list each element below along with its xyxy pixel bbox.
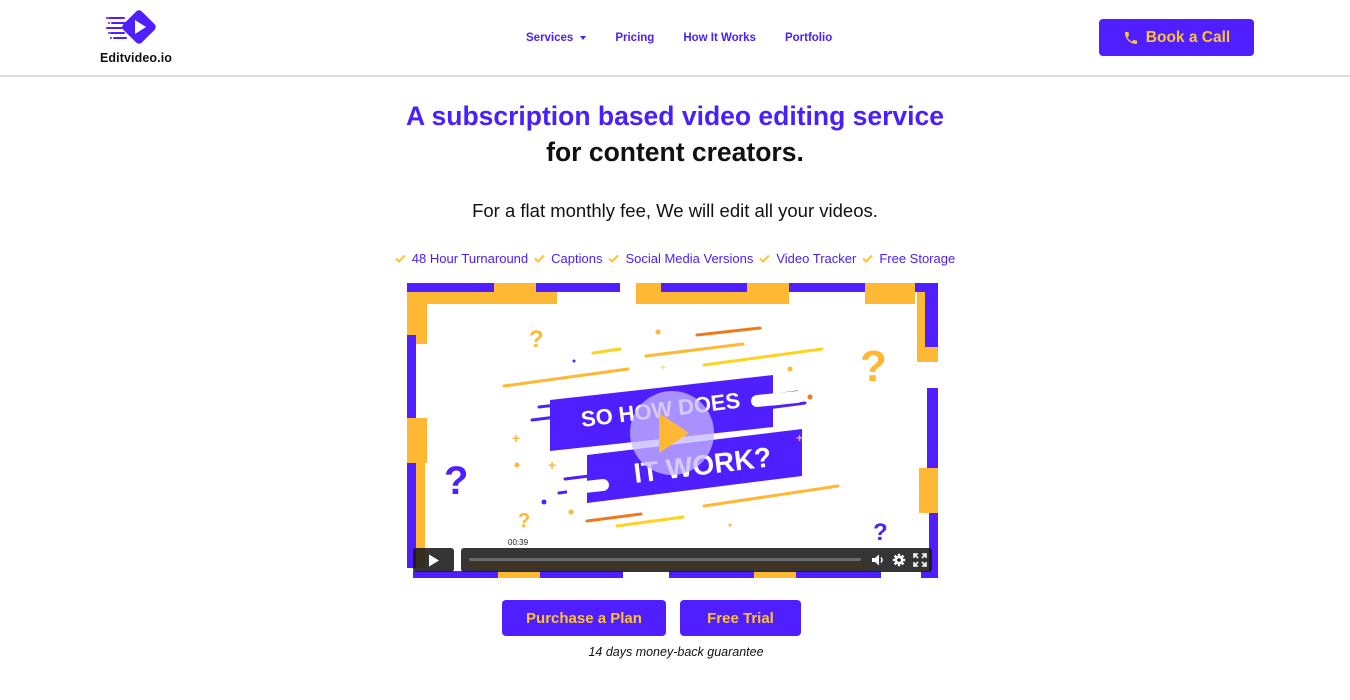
guarantee-note: 14 days money-back guarantee: [588, 645, 764, 659]
play-icon: [428, 554, 439, 566]
book-a-call-button[interactable]: Book a Call: [1099, 19, 1254, 56]
feature-item: Free Storage: [862, 251, 955, 266]
site-header: Editvideo.io Services Pricing How It Wor…: [0, 0, 1350, 77]
volume-icon[interactable]: [871, 553, 885, 567]
feature-item: Video Tracker: [759, 251, 856, 266]
big-play-button: [630, 391, 714, 475]
nav-item-pricing[interactable]: Pricing: [615, 32, 654, 44]
feature-item: Captions: [534, 251, 602, 266]
control-bar: 00:39: [461, 537, 932, 572]
video-player[interactable]: SO HOW DOES IT WORK? ? ? ? ? ? + + + +: [407, 283, 938, 578]
video-controls: 00:39: [413, 537, 932, 572]
feature-item: 48 Hour Turnaround: [395, 251, 528, 266]
check-icon: [395, 254, 406, 263]
feature-label: Video Tracker: [776, 251, 857, 266]
svg-text:+: +: [548, 457, 556, 473]
hero-subtitle: For a flat monthly fee, We will edit all…: [472, 200, 878, 221]
svg-text:?: ?: [444, 459, 468, 503]
nav-item-how-it-works[interactable]: How It Works: [683, 32, 756, 44]
free-trial-button[interactable]: Free Trial: [680, 600, 801, 636]
svg-text:?: ?: [518, 510, 530, 532]
logo[interactable]: Editvideo.io: [98, 8, 173, 68]
chevron-down-icon: [580, 36, 587, 40]
feature-label: Free Storage: [879, 251, 956, 266]
main-nav: Services Pricing How It Works Portfolio: [526, 30, 832, 46]
nav-item-label: Services: [526, 32, 574, 44]
check-icon: [608, 254, 620, 263]
book-a-call-label: Book a Call: [1145, 28, 1231, 46]
svg-text:?: ?: [873, 519, 888, 546]
feature-label: 48 Hour Turnaround: [411, 251, 529, 266]
progress-bar[interactable]: [469, 558, 861, 561]
video-thumbnail: SO HOW DOES IT WORK? ? ? ? ? ? + + + +: [407, 283, 938, 578]
fullscreen-icon[interactable]: [913, 553, 927, 567]
play-button[interactable]: [413, 548, 454, 572]
phone-icon: [1124, 31, 1137, 44]
settings-icon[interactable]: [892, 553, 906, 567]
feature-item: Social Media Versions: [608, 251, 753, 266]
nav-item-label: Portfolio: [784, 32, 833, 44]
check-icon: [862, 254, 874, 263]
logo-text: Editvideo.io: [100, 51, 173, 65]
buffer-indicator: [469, 563, 869, 568]
check-icon: [534, 254, 545, 263]
nav-item-label: How It Works: [683, 32, 756, 44]
play-motion-icon: [106, 10, 156, 44]
svg-text:?: ?: [860, 342, 887, 391]
time-tooltip: 00:39: [505, 537, 532, 548]
feature-label: Social Media Versions: [625, 251, 754, 266]
nav-item-portfolio[interactable]: Portfolio: [785, 32, 832, 44]
feature-label: Captions: [551, 251, 603, 266]
hero-title-line1: A subscription based video editing servi…: [406, 101, 944, 131]
nav-item-label: Pricing: [615, 32, 655, 44]
feature-list: 48 Hour Turnaround Captions Social Media…: [0, 251, 1350, 266]
purchase-plan-button[interactable]: Purchase a Plan: [502, 600, 666, 636]
svg-text:+: +: [660, 363, 666, 374]
svg-text:?: ?: [529, 326, 544, 353]
svg-text:+: +: [796, 431, 803, 445]
svg-text:+: +: [512, 430, 520, 446]
nav-item-services[interactable]: Services: [526, 32, 587, 44]
hero-title-line2: for content creators.: [546, 137, 804, 167]
check-icon: [759, 254, 771, 263]
